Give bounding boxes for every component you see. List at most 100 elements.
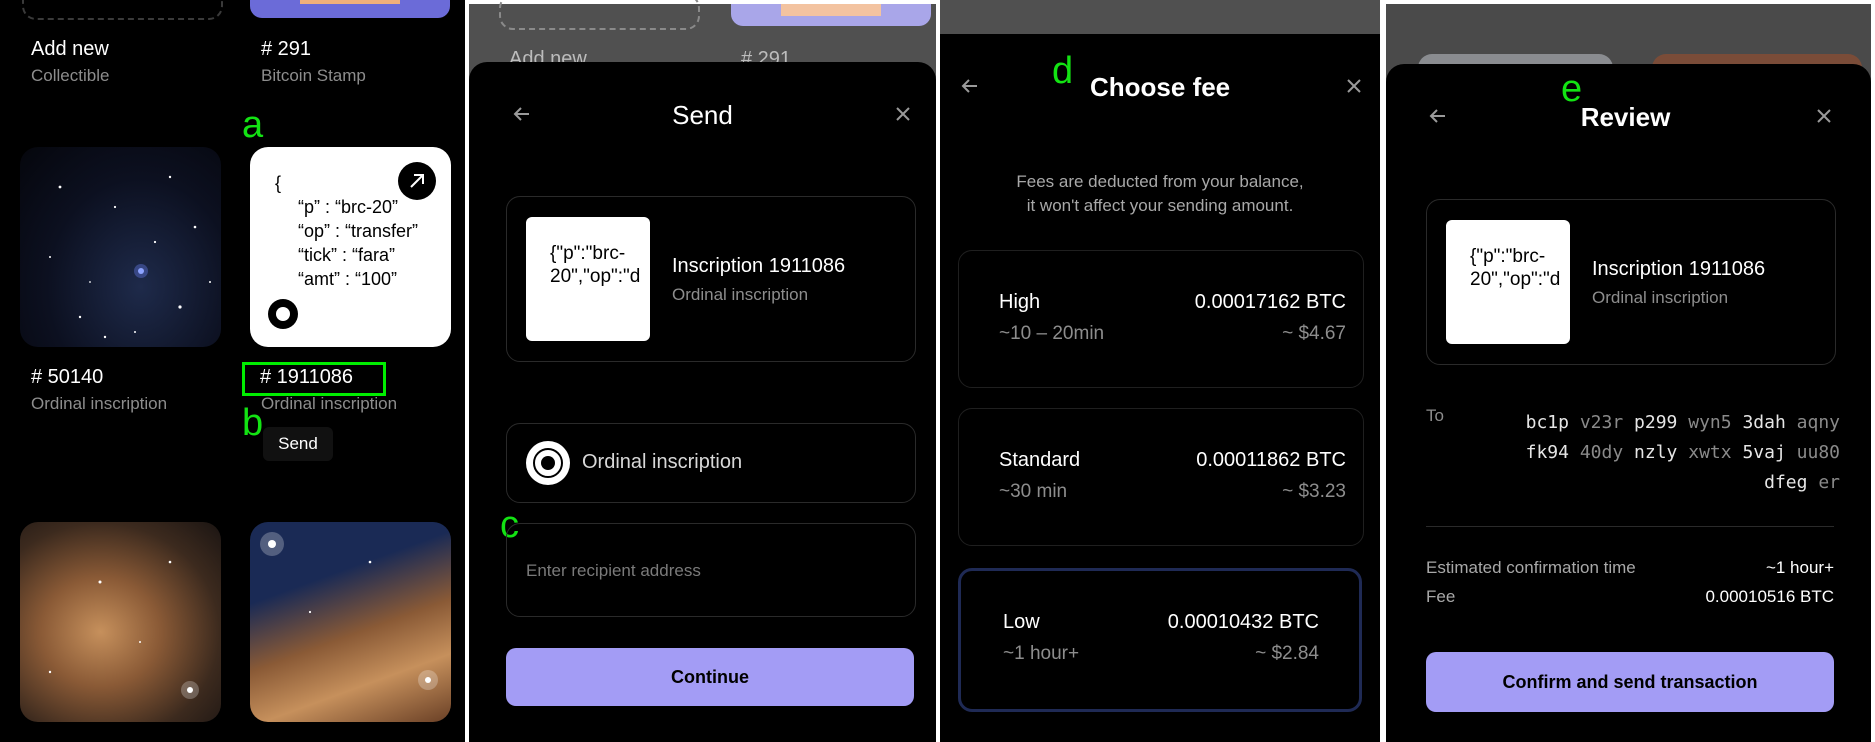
address-row: bc1p v23r p299 wyn5 3dah aqny	[1526, 408, 1840, 438]
fee-panel: d Choose fee Fees are deducted from your…	[940, 0, 1380, 742]
address-chunk: 40dy	[1579, 442, 1624, 463]
thumb-text-2: 20","op":"d	[550, 266, 641, 287]
fee-option-btc: 0.00010432 BTC	[1167, 611, 1319, 633]
fee-option-name: High	[999, 291, 1041, 313]
fee-option-name: Low	[1003, 611, 1040, 633]
address-chunk: v23r	[1579, 412, 1624, 433]
address-chunk: p299	[1634, 412, 1678, 433]
annotation-d: d	[1052, 50, 1074, 92]
collectibles-panel: Add new Collectible # 291 Bitcoin Stamp …	[0, 0, 465, 742]
close-icon[interactable]	[891, 102, 915, 126]
address-chunk: er	[1818, 472, 1840, 493]
add-new-subtitle: Collectible	[31, 66, 110, 85]
inscription-title: Inscription 1911086	[1592, 258, 1766, 280]
fee-option-btc: 0.00017162 BTC	[1194, 291, 1346, 313]
brc20-line-amt: “amt” : “100”	[298, 269, 398, 289]
annotation-b: b	[242, 402, 264, 444]
to-label: To	[1426, 406, 1444, 425]
confirm-send-button[interactable]: Confirm and send transaction	[1426, 652, 1834, 712]
fee-note-line-1: Fees are deducted from your balance,	[1016, 172, 1304, 191]
fee-option-low-selected[interactable]: Low ~1 hour+ 0.00010432 BTC ~ $2.84	[958, 568, 1362, 712]
fee-option-time: ~10 – 20min	[999, 323, 1105, 344]
address-chunk: xwtx	[1688, 442, 1732, 463]
address-chunk: dfeg	[1764, 472, 1808, 493]
address-row: fk94 40dy nzly xwtx 5vaj uu80	[1526, 438, 1840, 468]
ordinal-type-icon	[526, 441, 570, 485]
address-chunk: 5vaj	[1742, 442, 1786, 463]
inscription-1911086-title: # 1911086	[260, 366, 354, 388]
fee-option-time: ~30 min	[999, 481, 1068, 502]
divider	[1426, 526, 1834, 527]
open-external-icon[interactable]	[398, 162, 436, 200]
inscription-tile-1911086[interactable]: { “p” : “brc-20” “op” : “transfer” “tick…	[250, 147, 451, 347]
fee-option-btc: 0.00011862 BTC	[1196, 449, 1346, 471]
thumb-text-2: 20","op":"d	[1470, 269, 1561, 290]
send-button[interactable]: Send	[263, 427, 333, 461]
fee-label: Fee	[1426, 587, 1456, 606]
inscription-type-card[interactable]: Ordinal inscription	[506, 423, 916, 503]
sheet-title: Send	[672, 100, 733, 130]
fee-option-usd: ~ $2.84	[1255, 643, 1319, 664]
thumb-text-1: {"p":"brc-	[550, 243, 626, 264]
fee-option-high[interactable]: High ~10 – 20min 0.00017162 BTC ~ $4.67	[958, 250, 1364, 388]
nebula-tile-right[interactable]	[250, 522, 451, 722]
fee-sheet: d Choose fee Fees are deducted from your…	[940, 34, 1380, 742]
close-icon[interactable]	[1812, 104, 1836, 128]
send-sheet: Send {"p":"brc- 20","op":"d Inscription …	[469, 62, 936, 742]
fee-option-standard[interactable]: Standard ~30 min 0.00011862 BTC ~ $3.23	[958, 408, 1364, 546]
continue-button[interactable]: Continue	[506, 648, 914, 706]
close-icon[interactable]	[1342, 74, 1366, 98]
inscription-card: {"p":"brc- 20","op":"d Inscription 19110…	[506, 196, 916, 362]
address-chunk: bc1p	[1525, 412, 1569, 433]
thumb-text-1: {"p":"brc-	[1470, 246, 1546, 267]
recipient-placeholder: Enter recipient address	[526, 561, 701, 580]
address-chunk: wyn5	[1688, 412, 1732, 433]
fee-note-line-2: it won't affect your sending amount.	[1026, 196, 1294, 215]
inscription-tile-50140[interactable]	[20, 147, 221, 347]
stamp-title: # 291	[261, 38, 312, 60]
stamp-subtitle: Bitcoin Stamp	[261, 66, 366, 85]
nebula-image	[48, 560, 199, 699]
back-arrow-icon[interactable]	[958, 74, 982, 98]
fee-option-time: ~1 hour+	[1003, 643, 1080, 664]
address-chunk: fk94	[1525, 442, 1569, 463]
brc20-open-brace: {	[275, 173, 282, 193]
inscription-card: {"p":"brc- 20","op":"d Inscription 19110…	[1426, 199, 1836, 365]
address-chunk: aqny	[1796, 412, 1840, 433]
ordinal-badge-icon	[268, 299, 298, 329]
est-time-value: ~1 hour+	[1765, 558, 1834, 577]
inscription-subtitle: Ordinal inscription	[1592, 288, 1729, 307]
fee-value: 0.00010516 BTC	[1705, 587, 1834, 606]
inscription-50140-title: # 50140	[31, 366, 104, 388]
inscription-title: Inscription 1911086	[672, 255, 846, 277]
annotation-a: a	[242, 104, 264, 146]
sheet-title: Review	[1580, 102, 1671, 132]
brc20-line-op: “op” : “transfer”	[298, 221, 419, 241]
recipient-address-input[interactable]: Enter recipient address	[506, 523, 916, 617]
address-row: dfeg er	[1526, 468, 1840, 498]
review-sheet: e Review {"p":"brc- 20","op":"d Inscript…	[1386, 64, 1871, 742]
nebula-tile-left[interactable]	[20, 522, 221, 722]
brc20-line-p: “p” : “brc-20”	[298, 197, 399, 217]
inscription-50140-subtitle: Ordinal inscription	[31, 394, 168, 413]
est-time-label: Estimated confirmation time	[1426, 558, 1636, 577]
stamp-tile-image[interactable]	[250, 0, 450, 18]
nebula-image	[260, 532, 438, 690]
fee-option-name: Standard	[999, 449, 1081, 471]
address-chunk: 3dah	[1742, 412, 1786, 433]
address-chunk: uu80	[1796, 442, 1840, 463]
inscription-1911086-subtitle: Ordinal inscription	[261, 394, 398, 413]
brc20-line-tick: “tick” : “fara”	[298, 245, 395, 265]
sheet-title: Choose fee	[1090, 72, 1231, 102]
add-new-title: Add new	[31, 38, 109, 60]
send-panel: Add new # 291 Send {"p":"brc- 20","op":"…	[465, 0, 940, 742]
review-panel: e Review {"p":"brc- 20","op":"d Inscript…	[1380, 0, 1875, 742]
fee-option-usd: ~ $3.23	[1282, 481, 1346, 502]
inscription-thumbnail: {"p":"brc- 20","op":"d	[526, 217, 650, 341]
inscription-subtitle: Ordinal inscription	[672, 285, 809, 304]
dimmed-strip	[940, 0, 1380, 34]
address-chunk: nzly	[1634, 442, 1678, 463]
inscription-thumbnail: {"p":"brc- 20","op":"d	[1446, 220, 1570, 344]
add-new-tile[interactable]	[22, 0, 223, 20]
starfield-image	[49, 175, 211, 339]
